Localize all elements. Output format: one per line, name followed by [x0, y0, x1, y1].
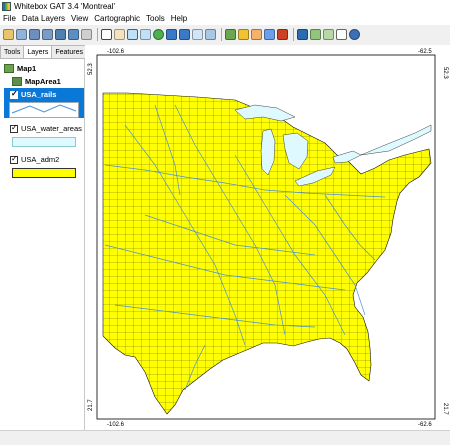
layer-visibility-checkbox[interactable]: [10, 123, 18, 133]
map-canvas[interactable]: -102.6 -62.5 -102.6 -62.6 52.3 21.7 52.3…: [85, 45, 450, 430]
menu-data-layers[interactable]: Data Layers: [19, 13, 68, 25]
coord-top-right-x: -62.5: [418, 49, 432, 55]
layer-usa-rails[interactable]: USA_rails: [4, 88, 84, 118]
menu-view[interactable]: View: [68, 13, 91, 25]
app-icon: [2, 2, 11, 11]
menu-help[interactable]: Help: [168, 13, 190, 25]
book-icon[interactable]: [225, 29, 236, 40]
open-icon[interactable]: [3, 29, 14, 40]
coord-right-top-y: 52.3: [442, 67, 448, 79]
status-bar: [0, 430, 450, 445]
menu-cartographic[interactable]: Cartographic: [91, 13, 143, 25]
layer-add-icon[interactable]: [29, 29, 40, 40]
help-icon[interactable]: [349, 29, 360, 40]
map-area-icon: [12, 77, 22, 86]
save-icon[interactable]: [16, 29, 27, 40]
coord-bottom-left-x: -102.6: [107, 422, 125, 428]
layer-name: USA_adm2: [21, 155, 60, 164]
forward-icon[interactable]: [179, 29, 190, 40]
layer-name: USA_rails: [21, 90, 57, 99]
export-icon[interactable]: [277, 29, 288, 40]
map-label: Map1: [17, 64, 37, 73]
coord-left-bottom-y: 21.7: [88, 399, 94, 411]
title-bar: Whitebox GAT 3.4 'Montreal': [0, 0, 450, 13]
profile-icon[interactable]: [336, 29, 347, 40]
menu-tools[interactable]: Tools: [143, 13, 168, 25]
coord-right-bottom-y: 21.7: [442, 403, 448, 415]
window-title: Whitebox GAT 3.4 'Montreal': [14, 2, 116, 11]
folder-open-icon[interactable]: [251, 29, 262, 40]
script-icon[interactable]: [310, 29, 321, 40]
layer-visibility-checkbox[interactable]: [10, 89, 18, 99]
coord-bottom-right-x: -62.6: [418, 422, 432, 428]
select-icon[interactable]: [101, 29, 112, 40]
adm-fill-swatch: [12, 168, 76, 178]
pan-icon[interactable]: [114, 29, 125, 40]
back-icon[interactable]: [166, 29, 177, 40]
map-area-label: MapArea1: [25, 77, 61, 86]
toolbar-separator: [221, 28, 222, 41]
tab-tools[interactable]: Tools: [0, 45, 25, 58]
zoom-layer-icon[interactable]: [205, 29, 216, 40]
vector-icon[interactable]: [68, 29, 79, 40]
ruler-icon[interactable]: [323, 29, 334, 40]
table-icon[interactable]: [297, 29, 308, 40]
water-fill-swatch: [12, 137, 76, 147]
tree-maparea1[interactable]: MapArea1: [4, 75, 84, 88]
layer-remove-icon[interactable]: [42, 29, 53, 40]
save-map-icon[interactable]: [264, 29, 275, 40]
layer-visibility-checkbox[interactable]: [10, 154, 18, 164]
toolbar-separator: [293, 28, 294, 41]
layers-panel: Tools Layers Features Map1 MapArea1 USA_…: [0, 45, 87, 430]
globe-icon[interactable]: [153, 29, 164, 40]
tab-layers[interactable]: Layers: [23, 45, 53, 58]
panel-tabs: Tools Layers Features: [0, 45, 87, 59]
layer-name: USA_water_areas: [21, 124, 82, 133]
folder-icon[interactable]: [238, 29, 249, 40]
map-view[interactable]: -102.6 -62.5 -102.6 -62.6 52.3 21.7 52.3…: [85, 45, 450, 430]
line-symbol-swatch: [9, 102, 79, 118]
tab-features[interactable]: Features: [51, 45, 87, 58]
layer-usa-water-areas[interactable]: USA_water_areas: [4, 122, 84, 147]
toolbar-separator: [97, 28, 98, 41]
toolbar: [0, 25, 450, 44]
coord-left-top-y: 52.3: [88, 63, 94, 75]
zoom-extent-icon[interactable]: [192, 29, 203, 40]
zoom-out-icon[interactable]: [140, 29, 151, 40]
raster-icon[interactable]: [55, 29, 66, 40]
menu-bar: File Data Layers View Cartographic Tools…: [0, 13, 450, 25]
coord-top-left-x: -102.6: [107, 49, 125, 55]
print-icon[interactable]: [81, 29, 92, 40]
map-icon: [4, 64, 14, 73]
layer-usa-adm2[interactable]: USA_adm2: [4, 153, 84, 178]
menu-file[interactable]: File: [0, 13, 19, 25]
tree-map1[interactable]: Map1: [4, 62, 84, 75]
zoom-in-icon[interactable]: [127, 29, 138, 40]
